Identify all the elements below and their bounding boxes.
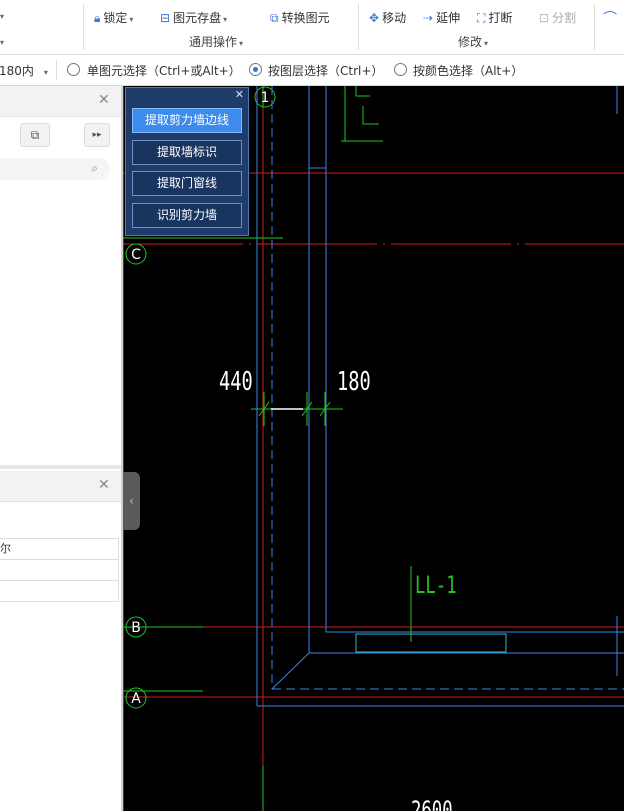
axis-label-a: A (131, 691, 141, 707)
close-icon[interactable]: ✕ (98, 92, 110, 108)
color-select-radio[interactable] (394, 63, 407, 76)
move-button[interactable]: ✥ 移动 (369, 9, 406, 26)
convert-element-button[interactable]: ⧉ 转换图元 (270, 9, 330, 26)
single-select-radio[interactable] (67, 63, 80, 76)
ribbon-separator (594, 4, 595, 50)
label-mark (362, 106, 379, 125)
single-select-label[interactable]: 单图元选择（Ctrl+或Alt+） (87, 62, 241, 79)
identify-shear-wall-button[interactable]: 识别剪力墙 (132, 203, 242, 228)
chevron-down-icon: ▾ (223, 15, 228, 24)
panel-header: ✕ (0, 86, 121, 117)
extract-wall-edge-button[interactable]: 提取剪力墙边线 (132, 108, 242, 133)
close-icon[interactable]: ✕ (98, 477, 110, 493)
layer-tool-icon[interactable]: ⧉ (20, 123, 50, 147)
property-name-field[interactable]: 尔 (0, 538, 119, 560)
left-panel: ✕ ⧉ ▸▸ ⌕ ✕ 尔 (0, 86, 122, 811)
chevron-down-icon: ▾ (484, 39, 489, 48)
ribbon-toolbar: ▾ ▾ 🔒︎ 锁定 ▾ ⊟ 图元存盘 ▾ ⧉ 转换图元 通用操作 ▾ ✥ 移动 ⇢ 延伸 ⛶ 打断… (0, 0, 624, 55)
beam-rect (355, 633, 507, 653)
extend-icon: ⇢ (423, 11, 434, 25)
selection-options-bar: 180内 ▾ 单图元选择（Ctrl+或Alt+） 按图层选择（Ctrl+） 按颜色… (0, 55, 624, 86)
break-button[interactable]: ⛶ 打断 (477, 9, 512, 26)
arc-icon[interactable]: ⌒ (603, 8, 617, 28)
ribbon-separator (358, 4, 359, 50)
axis-label-b: B (131, 620, 141, 636)
split-icon: ⊡ (539, 11, 550, 25)
option-separator (56, 60, 57, 80)
chevron-left-icon: ‹ (129, 494, 134, 508)
group-modify-label[interactable]: 修改 ▾ (458, 33, 488, 50)
group-general-label[interactable]: 通用操作 ▾ (189, 33, 243, 50)
ll-label: LL-1 (415, 571, 457, 599)
lock-button[interactable]: 🔒︎ 锁定 ▾ (94, 9, 133, 26)
property-field[interactable] (0, 559, 119, 581)
convert-icon: ⧉ (270, 11, 279, 25)
extend-button[interactable]: ⇢ 延伸 (423, 9, 460, 26)
save-element-icon: ⊟ (160, 11, 171, 25)
break-icon: ⛶ (477, 11, 486, 25)
panel-divider (0, 465, 121, 469)
dimension-180: 180 (337, 367, 371, 397)
close-icon[interactable]: ✕ (235, 88, 244, 101)
wall-corner-line (271, 652, 310, 690)
shear-wall-recognition-popup: ✕ 提取剪力墙边线 提取墙标识 提取门窗线 识别剪力墙 (125, 87, 249, 236)
dimension-2600: 2600 (411, 796, 453, 811)
lock-icon: 🔒︎ (94, 11, 101, 25)
collapse-panel-handle[interactable]: ‹ (123, 472, 140, 530)
property-panel-header: ✕ (0, 471, 121, 502)
extract-wall-label-button[interactable]: 提取墙标识 (132, 140, 242, 165)
extract-door-window-button[interactable]: 提取门窗线 (132, 171, 242, 196)
split-button[interactable]: ⊡ 分割 (539, 9, 576, 26)
axis-label-c: C (131, 247, 141, 263)
search-icon: ⌕ (91, 161, 98, 175)
ribbon-separator (83, 4, 84, 50)
property-field[interactable] (0, 580, 119, 602)
move-icon: ✥ (369, 11, 380, 25)
ribbon-edge-caret[interactable]: ▾ (0, 8, 4, 22)
layer-select-radio[interactable] (249, 63, 262, 76)
axis-label-1: 1 (261, 90, 270, 106)
chevron-down-icon: ▾ (129, 15, 134, 24)
color-select-label[interactable]: 按颜色选择（Alt+） (413, 62, 523, 79)
chevron-down-icon: ▾ (239, 39, 244, 48)
chevron-down-icon: ▾ (43, 68, 48, 77)
save-element-button[interactable]: ⊟ 图元存盘 ▾ (160, 9, 227, 26)
layer-select-label[interactable]: 按图层选择（Ctrl+） (268, 62, 383, 79)
search-input[interactable]: ⌕ (0, 158, 110, 180)
filter-dropdown[interactable]: 180内 ▾ (0, 62, 48, 79)
ribbon-edge-caret-2[interactable]: ▾ (0, 34, 4, 48)
dimension-440: 440 (219, 367, 253, 397)
expand-icon[interactable]: ▸▸ (84, 123, 110, 147)
label-mark (355, 86, 370, 97)
